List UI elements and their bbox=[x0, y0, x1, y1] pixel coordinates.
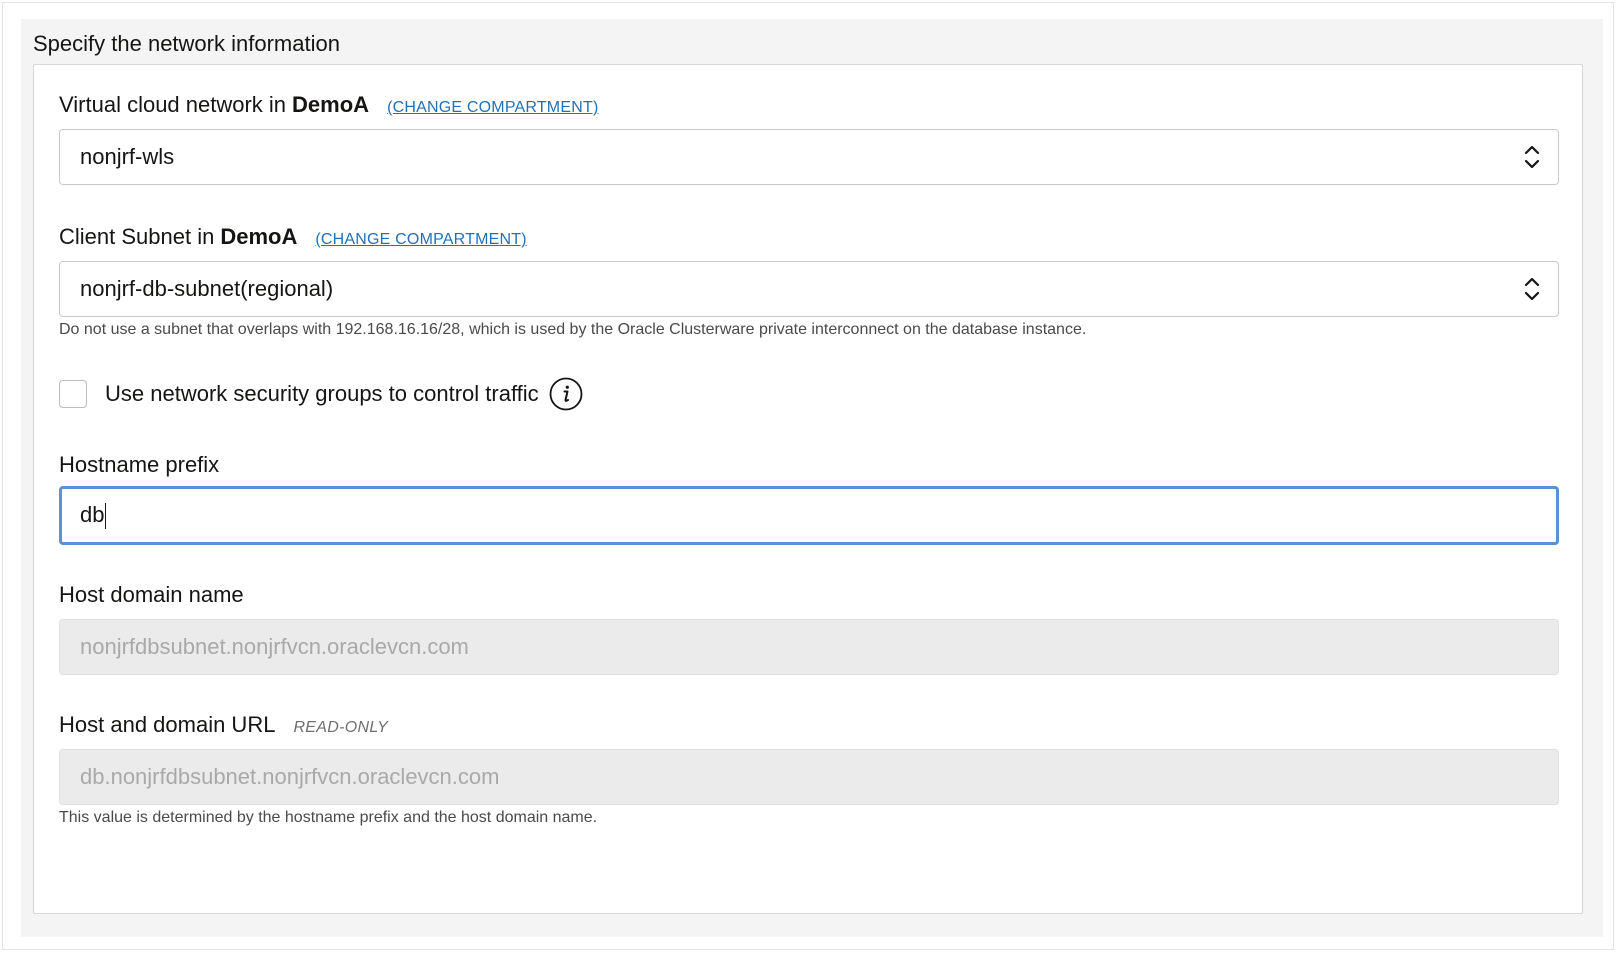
host-url-label-row: Host and domain URL READ-ONLY bbox=[59, 712, 388, 738]
host-domain-value: nonjrfdbsubnet.nonjrfvcn.oraclevcn.com bbox=[80, 634, 469, 659]
hostname-prefix-label-row: Hostname prefix bbox=[59, 452, 219, 478]
hostname-prefix-text: db bbox=[80, 501, 105, 527]
vcn-label-row: Virtual cloud network in DemoA (CHANGE C… bbox=[59, 92, 598, 118]
host-url-label: Host and domain URL bbox=[59, 712, 276, 737]
vcn-compartment-name: DemoA bbox=[292, 92, 370, 117]
section-title: Specify the network information bbox=[33, 31, 340, 56]
nsg-checkbox-row: Use network security groups to control t… bbox=[59, 377, 583, 411]
nsg-checkbox[interactable] bbox=[59, 380, 87, 408]
chevron-up-down-icon bbox=[1520, 140, 1544, 174]
host-url-value: db.nonjrfdbsubnet.nonjrfvcn.oraclevcn.co… bbox=[80, 764, 500, 789]
network-form-panel: Virtual cloud network in DemoA (CHANGE C… bbox=[33, 64, 1583, 914]
network-information-section: Specify the network information Virtual … bbox=[21, 19, 1603, 937]
subnet-label: Client Subnet in bbox=[59, 224, 215, 249]
subnet-change-compartment-link[interactable]: (CHANGE COMPARTMENT) bbox=[315, 231, 526, 249]
text-cursor bbox=[105, 503, 107, 530]
vcn-select-value: nonjrf-wls bbox=[80, 144, 175, 169]
vcn-change-compartment-link[interactable]: (CHANGE COMPARTMENT) bbox=[387, 99, 598, 117]
subnet-compartment-name: DemoA bbox=[220, 224, 298, 249]
subnet-label-row: Client Subnet in DemoA (CHANGE COMPARTME… bbox=[59, 224, 527, 250]
host-url-help-text: This value is determined by the hostname… bbox=[59, 809, 598, 826]
host-domain-label: Host domain name bbox=[59, 582, 244, 607]
hostname-prefix-value: db bbox=[80, 501, 1556, 530]
subnet-select[interactable]: nonjrf-db-subnet(regional) bbox=[59, 261, 1559, 317]
subnet-help-text: Do not use a subnet that overlaps with 1… bbox=[59, 321, 1087, 338]
info-icon[interactable] bbox=[549, 377, 583, 411]
vcn-label: Virtual cloud network in bbox=[59, 92, 287, 117]
screenshot-frame: Specify the network information Virtual … bbox=[2, 2, 1614, 950]
read-only-tag: READ-ONLY bbox=[293, 719, 389, 736]
hostname-prefix-input[interactable]: db bbox=[59, 486, 1559, 545]
host-url-field: db.nonjrfdbsubnet.nonjrfvcn.oraclevcn.co… bbox=[59, 749, 1559, 805]
chevron-up-down-icon bbox=[1520, 272, 1544, 306]
subnet-select-value: nonjrf-db-subnet(regional) bbox=[80, 276, 334, 301]
host-domain-field: nonjrfdbsubnet.nonjrfvcn.oraclevcn.com bbox=[59, 619, 1559, 675]
nsg-checkbox-label: Use network security groups to control t… bbox=[105, 381, 539, 406]
hostname-prefix-label: Hostname prefix bbox=[59, 452, 220, 477]
vcn-select[interactable]: nonjrf-wls bbox=[59, 129, 1559, 185]
host-domain-label-row: Host domain name bbox=[59, 582, 244, 608]
